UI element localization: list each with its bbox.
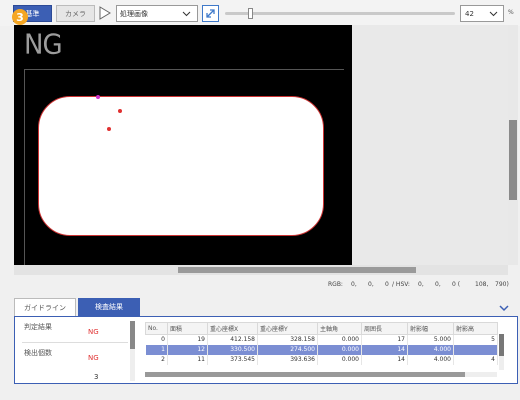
viewer-empty-area [352, 25, 518, 265]
zoom-slider-track[interactable] [225, 12, 455, 15]
hsv-s: 0, [435, 281, 441, 288]
summary-divider [22, 342, 128, 343]
judgment-summary: 判定結果 NG 検出個数 NG 3 [22, 320, 130, 382]
col-header[interactable]: 射影幅 [407, 322, 454, 335]
table-cell: 1 [145, 344, 168, 355]
table-cell: 12 [167, 344, 208, 355]
table-cell: 0.000 [317, 354, 362, 365]
rgb-r: 0, [351, 281, 357, 288]
col-header[interactable]: 面積 [167, 322, 208, 335]
table-cell: 0.000 [317, 344, 362, 355]
table-cell: 14 [361, 354, 408, 365]
detect-count-label: 検出個数 [24, 349, 52, 357]
tab-guideline[interactable]: ガイドライン [14, 298, 76, 316]
hsv-label: / HSV: [392, 281, 410, 288]
play-icon[interactable] [98, 6, 112, 20]
table-cell: 393.636 [257, 354, 318, 365]
hsv-h: 0, [418, 281, 424, 288]
col-header[interactable]: 重心座標X [207, 322, 258, 335]
judgment-label: 判定結果 [24, 323, 52, 331]
rgb-b: 0 [385, 281, 389, 288]
table-cell: 412.158 [207, 334, 258, 345]
table-row[interactable]: 2 11 373.545 393.636 0.000 14 4.000 4 [145, 354, 498, 365]
chevron-down-icon [489, 11, 498, 17]
judgment-value: NG [88, 328, 99, 336]
tab-inspection-result[interactable]: 検査結果 [78, 298, 140, 316]
process-image-select[interactable]: 処理画像 [116, 5, 198, 22]
table-cell: 0.000 [317, 334, 362, 345]
process-select-value: 処理画像 [120, 9, 148, 18]
rgb-label: RGB: [328, 281, 343, 288]
col-header[interactable]: 周囲長 [361, 322, 408, 335]
table-cell: 2 [145, 354, 168, 365]
zoom-value: 42 [465, 9, 474, 18]
horizontal-scroll-thumb[interactable] [178, 267, 416, 273]
table-cell: 5 [453, 334, 498, 345]
table-cell: 5.000 [407, 334, 454, 345]
vertical-scroll-thumb[interactable] [509, 120, 517, 200]
defect-marker [118, 109, 122, 113]
chevron-down-icon [182, 11, 191, 17]
col-header[interactable]: 重心座標Y [257, 322, 318, 335]
detect-value: NG [88, 354, 99, 362]
pixel-status-bar: RGB: 0, 0, 0 / HSV: 0, 0, 0 ( 108, 790) [14, 277, 514, 291]
zoom-select[interactable]: 42 [460, 5, 504, 22]
table-cell: 19 [167, 334, 208, 345]
zoom-slider-thumb[interactable] [248, 8, 254, 19]
table-cell: 328.158 [257, 334, 318, 345]
table-horizontal-scroll-thumb[interactable] [145, 372, 465, 377]
table-cell: 4.000 [407, 344, 454, 355]
table-row-selected[interactable]: 1 12 330.500 274.500 0.000 14 4.000 [145, 344, 498, 355]
summary-scroll-thumb[interactable] [130, 321, 135, 349]
table-cell: 14 [361, 344, 408, 355]
col-header[interactable]: 主軸角 [317, 322, 362, 335]
result-tabs: ガイドライン 検査結果 [14, 298, 518, 316]
rgb-g: 0, [368, 281, 374, 288]
workpiece-shape [38, 96, 324, 236]
coord-x: 108, [475, 281, 489, 288]
table-cell: 4 [453, 354, 498, 365]
table-header-row: No. 面積 重心座標X 重心座標Y 主軸角 周囲長 射影幅 射影高 [145, 322, 498, 335]
results-table: No. 面積 重心座標X 重心座標Y 主軸角 周囲長 射影幅 射影高 0 19 … [145, 322, 498, 365]
col-header[interactable]: 射影高 [453, 322, 498, 335]
coord-y: 790) [495, 281, 509, 288]
table-cell: 4.000 [407, 354, 454, 365]
table-cell: 330.500 [207, 344, 258, 355]
defect-marker [96, 95, 100, 99]
col-header[interactable]: No. [145, 322, 168, 335]
table-cell: 0 [145, 334, 168, 345]
expand-icon [206, 9, 215, 18]
chevron-down-icon[interactable] [498, 302, 510, 314]
table-cell: 17 [361, 334, 408, 345]
fit-view-button[interactable] [202, 5, 219, 22]
detect-count: 3 [94, 373, 99, 381]
camera-button[interactable]: カメラ [56, 5, 95, 22]
table-cell: 11 [167, 354, 208, 365]
table-vertical-scroll-thumb[interactable] [499, 334, 504, 356]
table-cell [453, 344, 498, 355]
zoom-unit: % [508, 9, 514, 16]
table-cell: 274.500 [257, 344, 318, 355]
table-cell: 373.545 [207, 354, 258, 365]
hsv-v: 0 ( [452, 281, 461, 288]
table-row[interactable]: 0 19 412.158 328.158 0.000 17 5.000 5 [145, 334, 498, 345]
step-badge: 3 [12, 9, 28, 25]
defect-marker [107, 127, 111, 131]
result-overlay-text: NG [24, 29, 63, 61]
